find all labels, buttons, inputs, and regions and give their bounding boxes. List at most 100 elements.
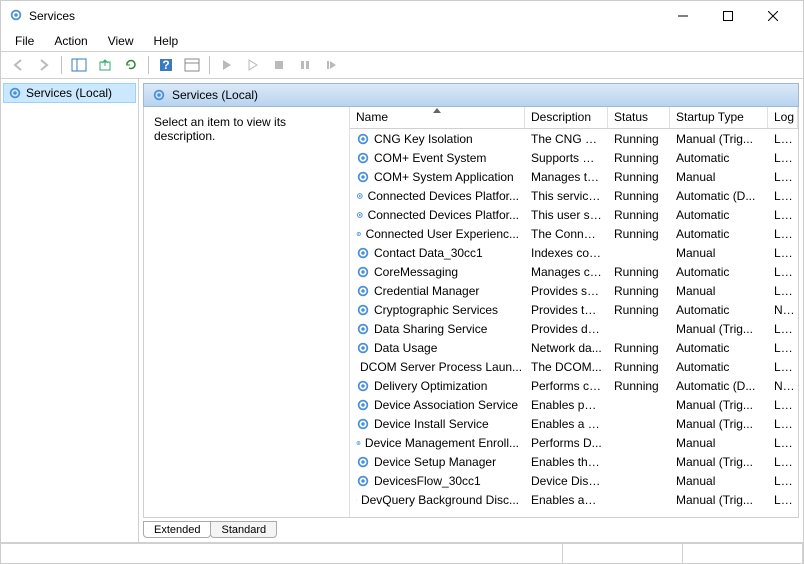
cell-name: CNG Key Isolation [350, 132, 525, 146]
cell-name: COM+ System Application [350, 170, 525, 184]
service-row[interactable]: Connected Devices Platfor...This service… [350, 186, 798, 205]
close-button[interactable] [750, 1, 795, 31]
cell-description: Supports Sy... [525, 151, 608, 165]
cell-startup: Manual [670, 436, 768, 450]
cell-description: Enables pair... [525, 398, 608, 412]
cell-startup: Manual (Trig... [670, 417, 768, 431]
service-row[interactable]: Device Association ServiceEnables pair..… [350, 395, 798, 414]
cell-startup: Automatic [670, 151, 768, 165]
service-row[interactable]: Cryptographic ServicesProvides thr...Run… [350, 300, 798, 319]
cell-status: Running [608, 265, 670, 279]
cell-name: COM+ Event System [350, 151, 525, 165]
service-row[interactable]: DevicesFlow_30cc1Device Disc...ManualLoc [350, 471, 798, 490]
cell-name: Connected Devices Platfor... [350, 208, 525, 222]
refresh-button[interactable] [120, 54, 142, 76]
service-row[interactable]: CNG Key IsolationThe CNG ke...RunningMan… [350, 129, 798, 148]
menubar: File Action View Help [1, 31, 803, 51]
cell-log: Loc [768, 493, 798, 507]
cell-log: Loc [768, 189, 798, 203]
tree-root-label: Services (Local) [26, 86, 112, 100]
service-row[interactable]: Delivery OptimizationPerforms co...Runni… [350, 376, 798, 395]
service-row[interactable]: Contact Data_30cc1Indexes con...ManualLo… [350, 243, 798, 262]
cell-description: The DCOM... [525, 360, 608, 374]
tab-standard[interactable]: Standard [210, 521, 277, 538]
stop-service-button[interactable] [268, 54, 290, 76]
start-service-button[interactable] [216, 54, 238, 76]
cell-status: Running [608, 303, 670, 317]
help-button[interactable]: ? [155, 54, 177, 76]
step-service-button[interactable] [320, 54, 342, 76]
show-hide-tree-button[interactable] [68, 54, 90, 76]
service-row[interactable]: COM+ Event SystemSupports Sy...RunningAu… [350, 148, 798, 167]
service-row[interactable]: CoreMessagingManages co...RunningAutomat… [350, 262, 798, 281]
gear-icon [356, 455, 370, 469]
menu-help[interactable]: Help [146, 32, 187, 50]
statusbar [1, 543, 803, 563]
cell-name: Device Management Enroll... [350, 436, 525, 450]
cell-name: Contact Data_30cc1 [350, 246, 525, 260]
cell-status: Running [608, 284, 670, 298]
service-row[interactable]: Device Setup ManagerEnables the ...Manua… [350, 452, 798, 471]
toolbar: ? [1, 51, 803, 79]
tab-extended[interactable]: Extended [143, 521, 211, 538]
cell-startup: Automatic (D... [670, 189, 768, 203]
view-tabs: Extended Standard [143, 518, 799, 538]
cell-startup: Automatic [670, 227, 768, 241]
cell-description: Provides thr... [525, 303, 608, 317]
column-header-log[interactable]: Log [768, 107, 798, 128]
gear-icon [356, 474, 370, 488]
column-header-name[interactable]: Name [350, 107, 525, 128]
service-row[interactable]: DevQuery Background Disc...Enables app..… [350, 490, 798, 509]
list-body[interactable]: CNG Key IsolationThe CNG ke...RunningMan… [350, 129, 798, 517]
cell-description: Network da... [525, 341, 608, 355]
cell-description: Enables the ... [525, 455, 608, 469]
cell-name: DevicesFlow_30cc1 [350, 474, 525, 488]
cell-description: Provides da... [525, 322, 608, 336]
service-row[interactable]: Device Install ServiceEnables a c...Manu… [350, 414, 798, 433]
service-row[interactable]: Data UsageNetwork da...RunningAutomaticL… [350, 338, 798, 357]
cell-description: This user se... [525, 208, 608, 222]
menu-action[interactable]: Action [46, 32, 95, 50]
cell-startup: Manual (Trig... [670, 132, 768, 146]
cell-startup: Manual [670, 246, 768, 260]
column-header-description[interactable]: Description [525, 107, 608, 128]
column-header-startup[interactable]: Startup Type [670, 107, 768, 128]
pause-service-button[interactable] [242, 54, 264, 76]
restart-service-button[interactable] [294, 54, 316, 76]
cell-name: Delivery Optimization [350, 379, 525, 393]
forward-button[interactable] [33, 54, 55, 76]
cell-status: Running [608, 227, 670, 241]
cell-log: Loc [768, 322, 798, 336]
minimize-button[interactable] [660, 1, 705, 31]
toolbar-separator [61, 56, 62, 74]
menu-view[interactable]: View [100, 32, 142, 50]
list-pane: Name Description Status Startup Type Log… [349, 107, 798, 517]
tree-pane: Services (Local) [1, 79, 139, 542]
service-row[interactable]: Credential ManagerProvides se...RunningM… [350, 281, 798, 300]
cell-description: Manages th... [525, 170, 608, 184]
cell-name: Connected User Experienc... [350, 227, 525, 241]
cell-startup: Manual [670, 284, 768, 298]
gear-icon [356, 208, 364, 222]
cell-log: Net [768, 303, 798, 317]
gear-icon [356, 379, 370, 393]
menu-file[interactable]: File [7, 32, 42, 50]
export-list-button[interactable] [94, 54, 116, 76]
cell-name: Device Association Service [350, 398, 525, 412]
tree-root-services-local[interactable]: Services (Local) [3, 83, 136, 103]
service-row[interactable]: Data Sharing ServiceProvides da...Manual… [350, 319, 798, 338]
cell-log: Loc [768, 227, 798, 241]
service-row[interactable]: Connected User Experienc...The Connec...… [350, 224, 798, 243]
properties-button[interactable] [181, 54, 203, 76]
back-button[interactable] [7, 54, 29, 76]
service-row[interactable]: Device Management Enroll...Performs D...… [350, 433, 798, 452]
maximize-button[interactable] [705, 1, 750, 31]
service-row[interactable]: DCOM Server Process Laun...The DCOM...Ru… [350, 357, 798, 376]
service-row[interactable]: Connected Devices Platfor...This user se… [350, 205, 798, 224]
cell-startup: Automatic [670, 341, 768, 355]
cell-description: The CNG ke... [525, 132, 608, 146]
cell-log: Loc [768, 246, 798, 260]
service-row[interactable]: COM+ System ApplicationManages th...Runn… [350, 167, 798, 186]
cell-startup: Automatic (D... [670, 379, 768, 393]
column-header-status[interactable]: Status [608, 107, 670, 128]
